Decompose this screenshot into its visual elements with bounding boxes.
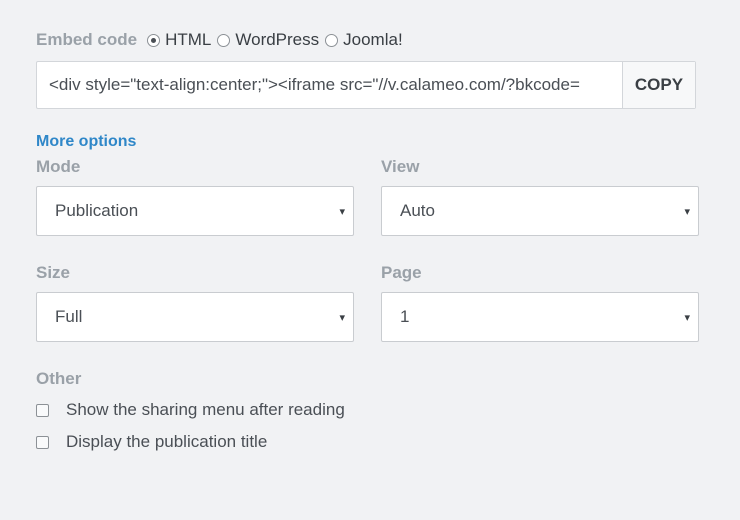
chevron-down-icon: ▾ [339, 205, 345, 218]
publication-title-checkbox[interactable] [36, 435, 49, 449]
embed-code-box: COPY [36, 61, 696, 109]
radio-html-indicator[interactable] [147, 33, 161, 47]
radio-html[interactable]: HTML [147, 30, 211, 50]
publication-title-label: Display the publication title [66, 432, 268, 451]
page-select[interactable]: 1 ▾ [381, 292, 699, 342]
radio-wordpress-label: WordPress [235, 30, 320, 49]
page-label: Page [381, 263, 422, 282]
radio-wordpress[interactable]: WordPress [217, 30, 319, 50]
radio-joomla-indicator[interactable] [325, 33, 339, 47]
size-label: Size [36, 263, 71, 282]
radio-wordpress-indicator[interactable] [217, 33, 231, 47]
chevron-down-icon: ▾ [684, 205, 690, 218]
copy-button[interactable]: COPY [622, 62, 695, 108]
chevron-down-icon: ▾ [684, 311, 690, 324]
publication-title-option[interactable]: Display the publication title [36, 431, 267, 453]
mode-select-value: Publication [55, 201, 139, 220]
radio-joomla-label: Joomla! [343, 30, 403, 49]
embed-code-input[interactable] [37, 62, 622, 108]
sharing-menu-label: Show the sharing menu after reading [66, 400, 345, 419]
more-options-link[interactable]: More options [36, 133, 136, 151]
size-select[interactable]: Full ▾ [36, 292, 354, 342]
other-label: Other [36, 369, 82, 388]
radio-joomla[interactable]: Joomla! [325, 30, 403, 50]
sharing-menu-option[interactable]: Show the sharing menu after reading [36, 399, 345, 421]
sharing-menu-checkbox[interactable] [36, 403, 49, 417]
view-select-value: Auto [400, 201, 435, 220]
radio-html-label: HTML [165, 30, 212, 49]
mode-label: Mode [36, 157, 81, 176]
embed-code-row: Embed code HTML WordPress Joomla! [36, 28, 409, 52]
mode-select[interactable]: Publication ▾ [36, 186, 354, 236]
chevron-down-icon: ▾ [339, 311, 345, 324]
size-select-value: Full [55, 307, 83, 326]
embed-code-label: Embed code [36, 30, 138, 49]
page-select-value: 1 [400, 307, 410, 326]
view-label: View [381, 157, 420, 176]
view-select[interactable]: Auto ▾ [381, 186, 699, 236]
